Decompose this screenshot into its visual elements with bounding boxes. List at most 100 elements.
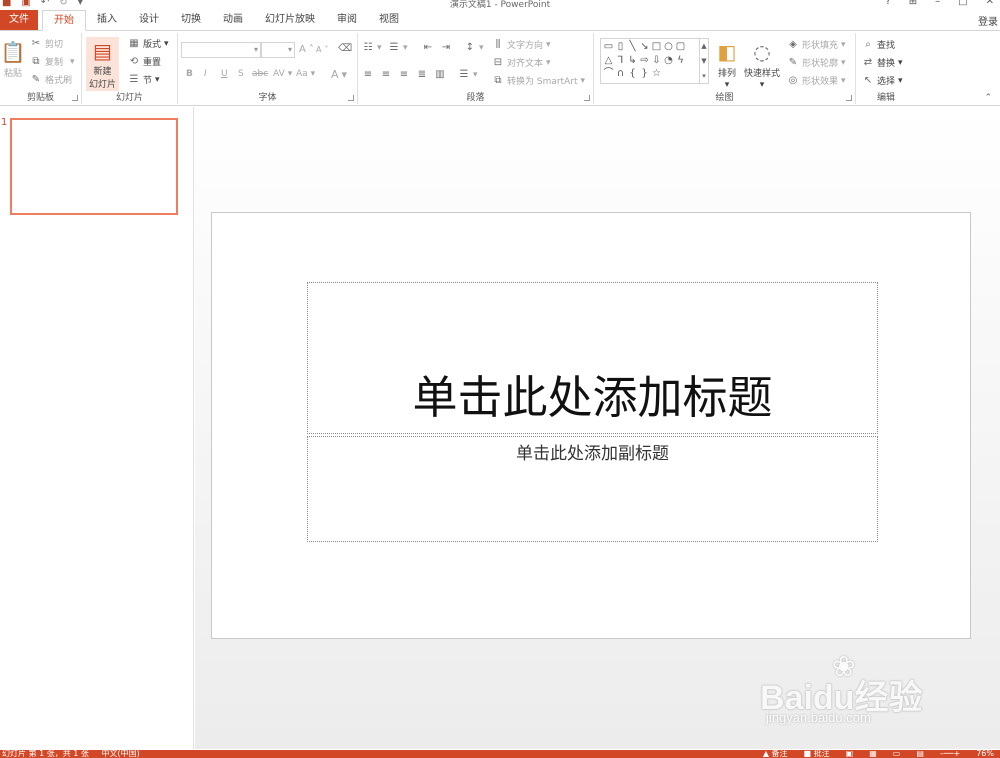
- align-left-button[interactable]: ≡: [362, 69, 374, 80]
- subtitle-placeholder[interactable]: 单击此处添加副标题: [307, 436, 878, 542]
- maximize-icon[interactable]: □: [958, 0, 967, 7]
- font-size-combo[interactable]: ▾: [261, 42, 295, 58]
- triangle-shape-icon[interactable]: △: [603, 55, 614, 67]
- font-color-button[interactable]: A ▾: [331, 68, 347, 81]
- elbow-connector-shape-icon[interactable]: ⅂: [615, 55, 626, 67]
- shapes-scroll[interactable]: ▲ ▼ ▾: [700, 38, 709, 84]
- vertical-textbox-shape-icon[interactable]: ▯: [615, 41, 626, 53]
- tab-insert[interactable]: 插入: [86, 10, 128, 30]
- tab-transitions[interactable]: 切换: [170, 10, 212, 30]
- star-shape-icon[interactable]: ☆: [651, 68, 662, 80]
- tab-design[interactable]: 设计: [128, 10, 170, 30]
- layout-button[interactable]: ▦ 版式 ▾: [128, 37, 168, 50]
- elbow-arrow-shape-icon[interactable]: ↳: [627, 55, 638, 67]
- freeform-shape-icon[interactable]: ◔: [663, 55, 674, 67]
- shape-effects-button[interactable]: ◎ 形状效果 ▾: [787, 74, 846, 87]
- normal-view-icon[interactable]: ▣: [846, 750, 854, 758]
- cut-button[interactable]: ✂ 剪切: [30, 37, 63, 50]
- more-icon[interactable]: ▾: [702, 72, 706, 80]
- select-button[interactable]: ↖ 选择 ▾: [862, 74, 903, 87]
- paste-button[interactable]: 📋 粘贴: [0, 39, 26, 79]
- tab-review[interactable]: 审阅: [326, 10, 368, 30]
- line-spacing-button[interactable]: ↕ ▾: [464, 42, 484, 53]
- drawing-launcher-icon[interactable]: [846, 95, 852, 101]
- oval-shape-icon[interactable]: ○: [663, 41, 674, 53]
- ribbon-display-icon[interactable]: ⊞: [909, 0, 917, 7]
- login-link[interactable]: 登录: [978, 13, 998, 28]
- arrow-line-shape-icon[interactable]: ↘: [639, 41, 650, 53]
- clipboard-launcher-icon[interactable]: [72, 95, 78, 101]
- arrange-button[interactable]: ◧ 排列 ▾: [714, 39, 740, 90]
- align-right-button[interactable]: ≡: [398, 69, 410, 80]
- text-direction-button[interactable]: ⫼ 文字方向 ▾: [492, 38, 551, 51]
- tab-animations[interactable]: 动画: [212, 10, 254, 30]
- help-icon[interactable]: ?: [885, 0, 890, 7]
- shape-outline-button[interactable]: ✎ 形状轮廓 ▾: [787, 56, 846, 69]
- zoom-slider[interactable]: –──+: [940, 750, 960, 758]
- grow-font-button[interactable]: A ˄: [299, 44, 314, 55]
- increase-indent-button[interactable]: ⇥: [440, 42, 452, 53]
- underline-button[interactable]: U: [221, 69, 228, 79]
- align-text-button[interactable]: ⊟ 对齐文本 ▾: [492, 56, 551, 69]
- zoom-level[interactable]: 76%: [976, 750, 994, 758]
- slide-sorter-icon[interactable]: ▦: [869, 750, 877, 758]
- bold-button[interactable]: B: [186, 69, 193, 79]
- tab-slideshow[interactable]: 幻灯片放映: [254, 10, 326, 30]
- right-arrow-shape-icon[interactable]: ⇨: [639, 55, 650, 67]
- find-button[interactable]: ⌕ 查找: [862, 38, 895, 51]
- language[interactable]: 中文(中国): [101, 750, 139, 758]
- font-name-combo[interactable]: ▾: [181, 42, 261, 58]
- shrink-font-button[interactable]: A ˅: [316, 45, 328, 54]
- smartart-button[interactable]: ⧉ 转换为 SmartArt ▾: [492, 74, 585, 87]
- left-brace-shape-icon[interactable]: {: [627, 68, 638, 80]
- right-brace-shape-icon[interactable]: }: [639, 68, 650, 80]
- tab-file[interactable]: 文件: [0, 10, 38, 30]
- minimize-icon[interactable]: –: [935, 0, 940, 7]
- line-shape-icon[interactable]: ╲: [627, 41, 638, 53]
- rectangle-shape-icon[interactable]: □: [651, 41, 662, 53]
- clear-format-button[interactable]: ⌫: [338, 43, 352, 54]
- comments-button[interactable]: ■ 批注: [804, 750, 830, 758]
- format-painter-button[interactable]: ✎ 格式刷: [30, 73, 72, 86]
- italic-button[interactable]: I: [204, 69, 207, 79]
- decrease-indent-button[interactable]: ⇤: [422, 42, 434, 53]
- replace-button[interactable]: ⇄ 替换 ▾: [862, 56, 903, 69]
- close-icon[interactable]: ✕: [986, 0, 994, 7]
- strikethrough-button[interactable]: abc: [252, 69, 268, 79]
- paragraph-launcher-icon[interactable]: [584, 95, 590, 101]
- title-placeholder[interactable]: 单击此处添加标题: [307, 282, 878, 434]
- shape-fill-button[interactable]: ◈ 形状填充 ▾: [787, 38, 845, 51]
- distribute-button[interactable]: ▥: [434, 69, 446, 80]
- reset-button[interactable]: ⟲ 重置: [128, 55, 161, 68]
- tab-home[interactable]: 开始: [42, 10, 86, 31]
- slide[interactable]: 单击此处添加标题 单击此处添加副标题: [211, 212, 971, 639]
- reading-view-icon[interactable]: ▭: [893, 750, 901, 758]
- align-center-button[interactable]: ≡: [380, 69, 392, 80]
- lightning-shape-icon[interactable]: ϟ: [675, 55, 686, 67]
- section-button[interactable]: ☰ 节 ▾: [128, 73, 160, 86]
- shapes-gallery[interactable]: ▭ ▯ ╲ ↘ □ ○ ▢ △ ⅂ ↳ ⇨ ⇩ ◔ ϟ ⌒ ∩ { } ☆: [600, 38, 700, 84]
- char-spacing-button[interactable]: AV ▾: [273, 69, 292, 79]
- down-arrow-shape-icon[interactable]: ⇩: [651, 55, 662, 67]
- curve-shape-icon[interactable]: ∩: [615, 68, 626, 80]
- rounded-rect-shape-icon[interactable]: ▢: [675, 41, 686, 53]
- columns-button[interactable]: ☰ ▾: [458, 69, 478, 80]
- change-case-button[interactable]: Aa ▾: [296, 69, 315, 79]
- font-launcher-icon[interactable]: [348, 95, 354, 101]
- new-slide-button[interactable]: ▤ 新建 幻灯片: [86, 37, 120, 91]
- scroll-down-icon[interactable]: ▼: [701, 57, 706, 65]
- tab-view[interactable]: 视图: [368, 10, 410, 30]
- shadow-button[interactable]: S: [238, 69, 244, 79]
- scroll-up-icon[interactable]: ▲: [701, 42, 706, 50]
- copy-button[interactable]: ⧉ 复制 ▾: [30, 55, 74, 68]
- textbox-shape-icon[interactable]: ▭: [603, 41, 614, 53]
- quick-styles-button[interactable]: ◌ 快速样式 ▾: [744, 39, 780, 90]
- slideshow-icon[interactable]: ▤: [916, 750, 924, 758]
- slide-thumbnail[interactable]: [10, 118, 178, 215]
- bullets-button[interactable]: ☷ ▾: [362, 42, 382, 53]
- justify-button[interactable]: ≣: [416, 69, 428, 80]
- collapse-ribbon-icon[interactable]: ⌃: [984, 93, 992, 103]
- numbering-button[interactable]: ☰ ▾: [388, 42, 408, 53]
- notes-button[interactable]: ▲ 备注: [763, 750, 788, 758]
- arc-shape-icon[interactable]: ⌒: [603, 68, 614, 80]
